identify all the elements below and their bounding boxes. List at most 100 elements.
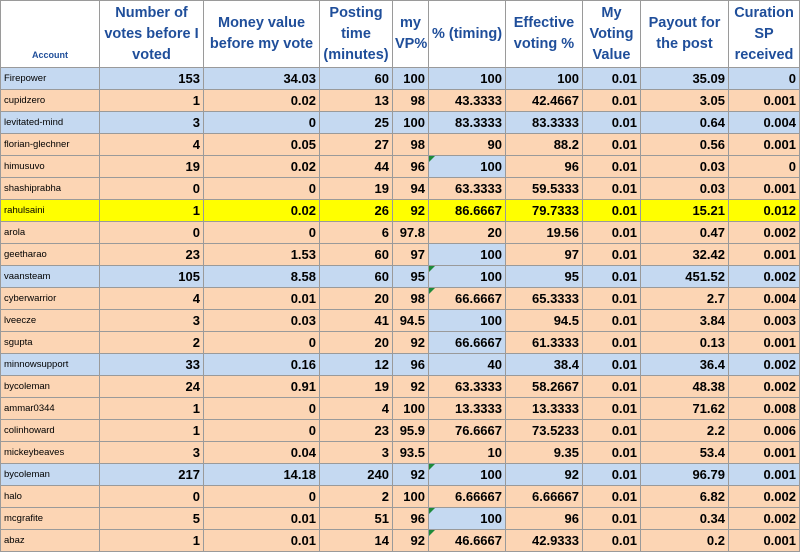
time-cell: 19 (319, 177, 393, 200)
value-cell: 0.01 (582, 177, 641, 200)
money-cell: 0.02 (203, 89, 320, 112)
value-cell: 0.01 (582, 463, 641, 486)
table-body: Firepower 153 34.03 60 100 100 100 0.01 35.09 0 cu… (0, 67, 800, 552)
time-cell: 44 (319, 155, 393, 178)
money-cell: 0 (203, 177, 320, 200)
vp-cell: 95.9 (392, 419, 429, 442)
value-cell: 0.01 (582, 529, 641, 552)
votes-cell: 5 (99, 507, 204, 530)
account-cell: rahulsaini (0, 199, 100, 222)
curation-cell: 0.002 (728, 221, 800, 244)
payout-cell: 3.05 (640, 89, 729, 112)
timing-cell: 100 (428, 463, 506, 486)
curation-cell: 0 (728, 155, 800, 178)
votes-cell: 19 (99, 155, 204, 178)
time-cell: 3 (319, 441, 393, 464)
timing-cell: 100 (428, 155, 506, 178)
vp-cell: 94 (392, 177, 429, 200)
votes-cell: 0 (99, 221, 204, 244)
value-cell: 0.01 (582, 441, 641, 464)
payout-cell: 0.13 (640, 331, 729, 354)
account-cell: geetharao (0, 243, 100, 266)
payout-cell: 15.21 (640, 199, 729, 222)
payout-cell: 0.56 (640, 133, 729, 156)
curation-cell: 0.003 (728, 309, 800, 332)
value-cell: 0.01 (582, 89, 641, 112)
timing-cell: 100 (428, 265, 506, 288)
votes-cell: 1 (99, 529, 204, 552)
timing-cell: 66.6667 (428, 287, 506, 310)
payout-cell: 36.4 (640, 353, 729, 376)
value-cell: 0.01 (582, 397, 641, 420)
effective-cell: 9.35 (505, 441, 583, 464)
timing-cell: 100 (428, 243, 506, 266)
value-cell: 0.01 (582, 287, 641, 310)
table-row: geetharao 23 1.53 60 97 100 97 0.01 32.42 0.001 (0, 243, 800, 266)
curation-cell: 0.004 (728, 287, 800, 310)
curation-cell: 0.004 (728, 111, 800, 134)
effective-cell: 38.4 (505, 353, 583, 376)
money-cell: 0.01 (203, 529, 320, 552)
payout-cell: 2.7 (640, 287, 729, 310)
account-cell: florian-glechner (0, 133, 100, 156)
effective-cell: 83.3333 (505, 111, 583, 134)
timing-cell: 100 (428, 67, 506, 90)
vp-cell: 92 (392, 331, 429, 354)
header-row: Account Number of votes before I voted M… (0, 0, 800, 68)
timing-cell: 66.6667 (428, 331, 506, 354)
value-cell: 0.01 (582, 155, 641, 178)
money-cell: 0.01 (203, 507, 320, 530)
timing-cell: 100 (428, 309, 506, 332)
money-cell: 0 (203, 419, 320, 442)
col-header-effective: Effective voting % (505, 0, 583, 68)
effective-cell: 97 (505, 243, 583, 266)
table-row: mcgrafite 5 0.01 51 96 100 96 0.01 0.34 0.002 (0, 507, 800, 530)
curation-cell: 0.001 (728, 243, 800, 266)
vp-cell: 96 (392, 353, 429, 376)
table-row: vaansteam 105 8.58 60 95 100 95 0.01 451.52 0.002 (0, 265, 800, 288)
value-cell: 0.01 (582, 507, 641, 530)
account-cell: mickeybeaves (0, 441, 100, 464)
payout-cell: 2.2 (640, 419, 729, 442)
time-cell: 41 (319, 309, 393, 332)
col-header-value: My Voting Value (582, 0, 641, 68)
votes-cell: 3 (99, 111, 204, 134)
effective-cell: 96 (505, 507, 583, 530)
time-cell: 25 (319, 111, 393, 134)
payout-cell: 0.03 (640, 177, 729, 200)
timing-cell: 86.6667 (428, 199, 506, 222)
effective-cell: 88.2 (505, 133, 583, 156)
money-cell: 0.03 (203, 309, 320, 332)
effective-cell: 19.56 (505, 221, 583, 244)
money-cell: 0 (203, 221, 320, 244)
effective-cell: 79.7333 (505, 199, 583, 222)
money-cell: 0.16 (203, 353, 320, 376)
timing-cell: 13.3333 (428, 397, 506, 420)
account-cell: halo (0, 485, 100, 508)
votes-cell: 153 (99, 67, 204, 90)
value-cell: 0.01 (582, 111, 641, 134)
time-cell: 60 (319, 265, 393, 288)
vp-cell: 97.8 (392, 221, 429, 244)
vp-cell: 96 (392, 155, 429, 178)
time-cell: 27 (319, 133, 393, 156)
timing-cell: 63.3333 (428, 177, 506, 200)
vp-cell: 95 (392, 265, 429, 288)
money-cell: 0.02 (203, 155, 320, 178)
timing-cell: 46.6667 (428, 529, 506, 552)
vp-cell: 92 (392, 529, 429, 552)
time-cell: 6 (319, 221, 393, 244)
table-row: bycoleman 217 14.18 240 92 100 92 0.01 96.79 0.00… (0, 463, 800, 486)
timing-cell: 83.3333 (428, 111, 506, 134)
timing-cell: 40 (428, 353, 506, 376)
vp-cell: 100 (392, 67, 429, 90)
votes-cell: 3 (99, 441, 204, 464)
vp-cell: 92 (392, 375, 429, 398)
value-cell: 0.01 (582, 331, 641, 354)
account-cell: cyberwarrior (0, 287, 100, 310)
curation-cell: 0.001 (728, 177, 800, 200)
votes-cell: 1 (99, 397, 204, 420)
time-cell: 4 (319, 397, 393, 420)
col-header-votes: Number of votes before I voted (99, 0, 204, 68)
curation-cell: 0 (728, 67, 800, 90)
